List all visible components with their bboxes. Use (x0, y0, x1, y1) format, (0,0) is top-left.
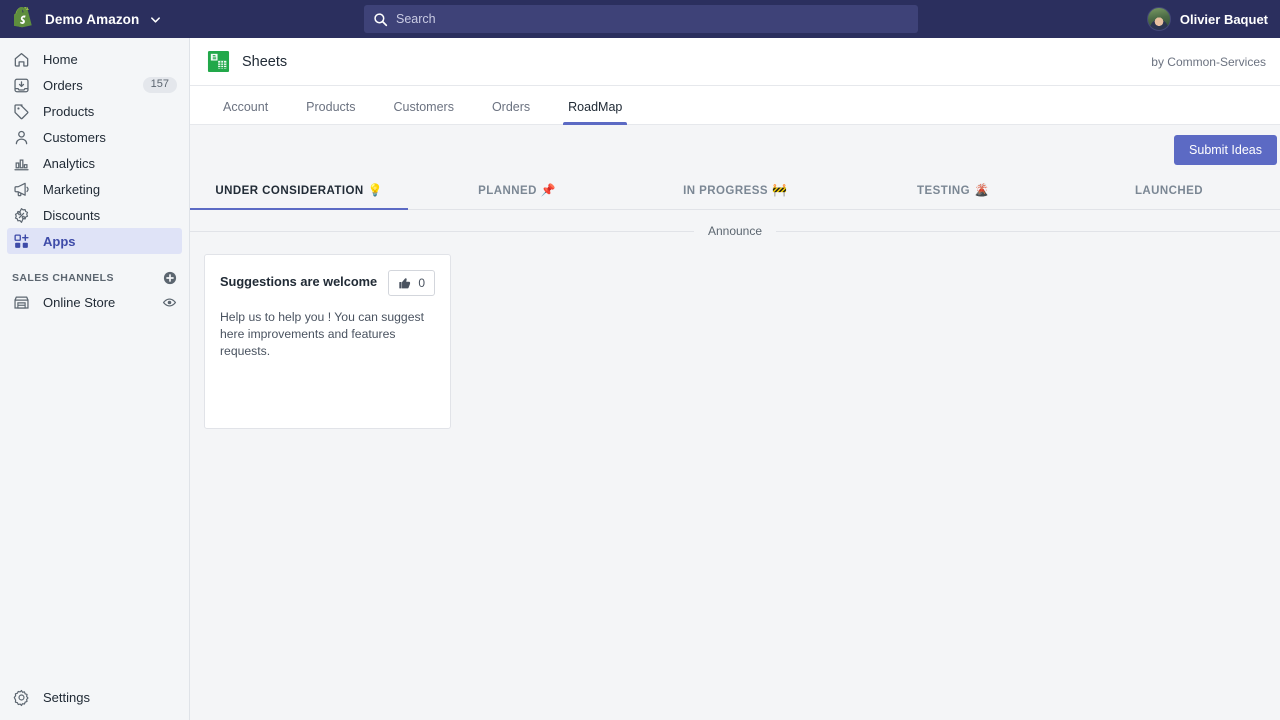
plus-circle-icon[interactable] (163, 271, 177, 285)
apps-grid-plus-icon (12, 232, 31, 251)
roadmap-panel: Submit Ideas UNDER CONSIDERATION 💡 PLANNE… (190, 125, 1280, 429)
eye-icon[interactable] (162, 295, 177, 310)
user-avatar (1146, 7, 1171, 31)
search-input[interactable] (396, 12, 909, 26)
sidebar-label: Products (43, 103, 95, 119)
sidebar-item-settings[interactable]: Settings (7, 684, 182, 710)
main-content: Sheets by Common-Services Account Produc… (190, 38, 1280, 720)
user-menu[interactable]: Olivier Baquet (1146, 0, 1268, 38)
status-tab-planned[interactable]: PLANNED 📌 (408, 174, 626, 209)
discount-percent-icon (12, 206, 31, 225)
app-tab-bar: Account Products Customers Orders RoadMa… (190, 86, 1280, 125)
status-tab-label: PLANNED (478, 185, 537, 197)
tab-orders[interactable]: Orders (473, 100, 549, 124)
sidebar-item-discounts[interactable]: Discounts (7, 202, 182, 228)
storefront-icon (12, 293, 31, 312)
orders-count-badge: 157 (142, 77, 177, 93)
idea-card-header: Suggestions are welcome 0 (220, 270, 435, 296)
app-title: Sheets (242, 53, 288, 70)
status-tab-label: IN PROGRESS (683, 185, 768, 197)
tab-roadmap[interactable]: RoadMap (549, 100, 641, 125)
sidebar-item-home[interactable]: Home (7, 46, 182, 72)
idea-cards: Suggestions are welcome 0 Help us to hel… (190, 238, 1280, 429)
sidebar-label: Discounts (43, 207, 101, 223)
person-icon (12, 128, 31, 147)
status-tab-label: TESTING (917, 185, 971, 197)
global-search[interactable] (364, 5, 918, 33)
divider-line-right (776, 230, 1280, 232)
thumbs-up-icon (398, 276, 412, 290)
submit-ideas-button[interactable]: Submit Ideas (1174, 134, 1277, 165)
search-icon (373, 12, 388, 27)
sidebar-label: Customers (43, 129, 106, 145)
announce-divider: Announce (190, 210, 1280, 238)
sidebar: Home Orders 157 Products Customers Analy… (0, 38, 190, 720)
gear-icon (12, 688, 31, 707)
construction-icon: 🚧 (771, 183, 787, 197)
tab-products[interactable]: Products (287, 100, 374, 124)
google-sheets-icon (207, 50, 230, 73)
sidebar-item-analytics[interactable]: Analytics (7, 150, 182, 176)
divider-line-left (190, 230, 694, 232)
idea-card-title: Suggestions are welcome (220, 274, 378, 289)
status-tab-in-progress[interactable]: IN PROGRESS 🚧 (626, 174, 844, 209)
sidebar-label: Apps (43, 233, 76, 249)
sidebar-footer: Settings (0, 684, 189, 710)
sidebar-label: Analytics (43, 155, 96, 171)
app-layout: Home Orders 157 Products Customers Analy… (0, 38, 1280, 720)
app-author: by Common-Services (1151, 54, 1266, 69)
chevron-down-icon[interactable] (148, 14, 161, 25)
status-tab-under-consideration[interactable]: UNDER CONSIDERATION 💡 (190, 174, 408, 210)
status-tab-launched[interactable]: LAUNCHED (1062, 174, 1280, 209)
megaphone-icon (12, 180, 31, 199)
sidebar-item-apps[interactable]: Apps (7, 228, 182, 254)
sidebar-label: Marketing (43, 181, 101, 197)
sales-channels-title: SALES CHANNELS (12, 272, 114, 284)
status-tab-testing[interactable]: TESTING 🌋 (844, 174, 1062, 209)
vote-count: 0 (418, 276, 425, 290)
sidebar-label: Home (43, 51, 78, 67)
sidebar-item-orders[interactable]: Orders 157 (7, 72, 182, 98)
lightbulb-icon: 💡 (367, 183, 383, 197)
sidebar-label: Settings (43, 689, 90, 705)
sidebar-item-online-store[interactable]: Online Store (7, 289, 182, 315)
sidebar-item-marketing[interactable]: Marketing (7, 176, 182, 202)
status-tab-label: UNDER CONSIDERATION (215, 185, 364, 197)
orders-inbox-icon (12, 76, 31, 95)
status-tab-label: LAUNCHED (1134, 185, 1204, 197)
idea-card[interactable]: Suggestions are welcome 0 Help us to hel… (204, 254, 451, 429)
pushpin-icon: 📌 (540, 183, 556, 197)
top-bar: Demo Amazon Olivier Baquet (0, 0, 1280, 38)
sidebar-item-customers[interactable]: Customers (7, 124, 182, 150)
shopify-bag-icon (14, 7, 36, 31)
submit-ideas-row: Submit Ideas (190, 125, 1280, 174)
sidebar-label: Online Store (43, 294, 116, 310)
sidebar-item-products[interactable]: Products (7, 98, 182, 124)
store-switcher[interactable]: Demo Amazon (0, 7, 177, 31)
roadmap-status-tabs: UNDER CONSIDERATION 💡 PLANNED 📌 IN PROGRES… (190, 174, 1280, 210)
sidebar-label: Orders (43, 77, 83, 93)
store-name: Demo Amazon (45, 11, 140, 27)
vote-button[interactable]: 0 (388, 270, 435, 296)
app-header: Sheets by Common-Services (190, 38, 1280, 86)
idea-card-body: Help us to help you ! You can suggest he… (220, 310, 424, 358)
home-icon (12, 50, 31, 69)
tab-customers[interactable]: Customers (375, 100, 473, 124)
volcano-icon: 🌋 (974, 183, 989, 197)
tab-account[interactable]: Account (204, 100, 287, 124)
sales-channels-header: SALES CHANNELS (7, 267, 182, 289)
announce-label: Announce (707, 224, 763, 238)
tag-icon (12, 102, 31, 121)
bar-chart-icon (12, 154, 31, 173)
user-name: Olivier Baquet (1179, 11, 1268, 27)
